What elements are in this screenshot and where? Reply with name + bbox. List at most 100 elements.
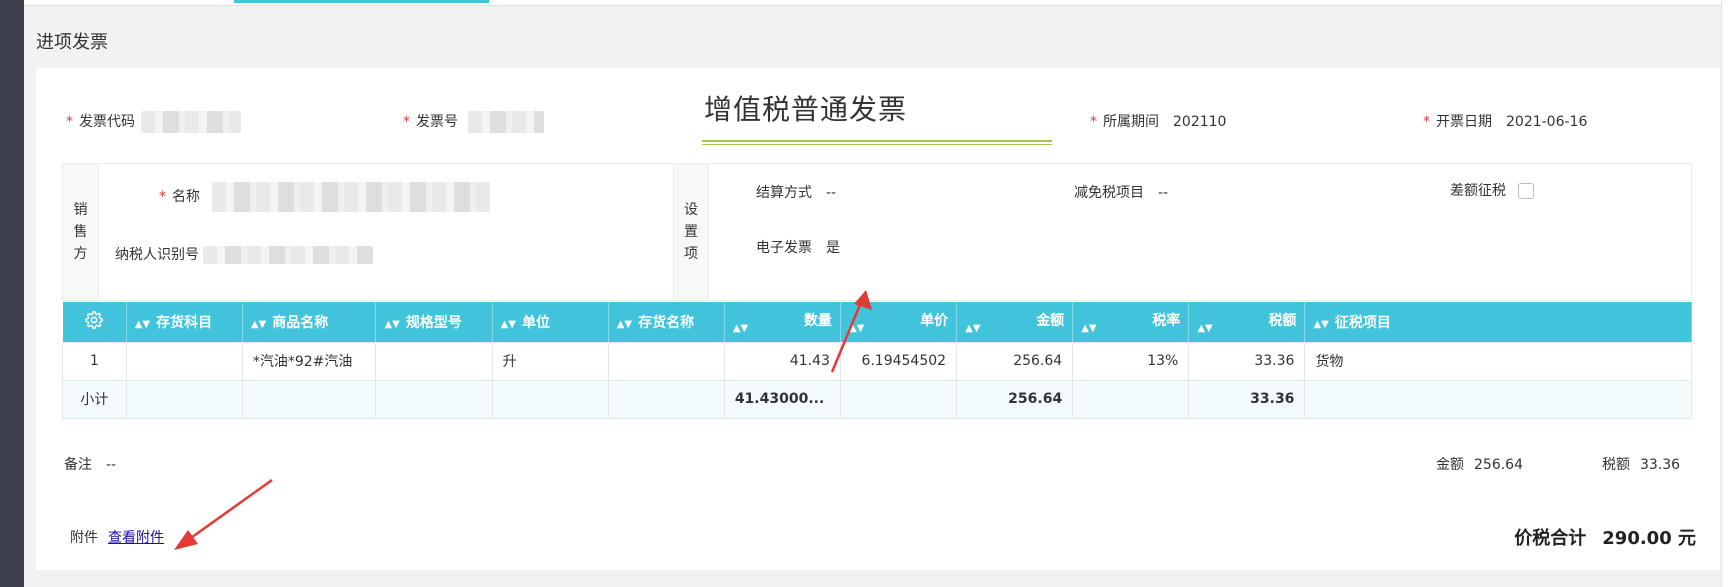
subtotal-cell [607, 379, 725, 419]
cell-tax-item[interactable]: 货物 [1304, 341, 1692, 381]
column-label: 存货科目 [156, 314, 213, 331]
column-header-inventory-name[interactable]: ▲▼ 存货名称 [608, 302, 725, 342]
period-label: 所属期间 [1103, 114, 1159, 130]
cell-inventory-account[interactable] [125, 341, 243, 381]
issue-date-label: 开票日期 [1436, 114, 1492, 130]
settings-label-char: 设 [684, 202, 698, 218]
cell-tax-amount[interactable]: 33.36 [1188, 341, 1306, 381]
sort-icon[interactable]: ▲▼ [384, 319, 399, 330]
row-index: 1 [62, 341, 127, 381]
sort-icon[interactable]: ▲▼ [1081, 323, 1096, 334]
column-header-tax-item[interactable]: ▲▼ 征税项目 [1304, 302, 1692, 342]
total-value: 290.00 元 [1602, 528, 1696, 549]
diff-tax-checkbox[interactable] [1518, 183, 1534, 199]
subtotal-cell [1304, 379, 1692, 419]
seller-taxid-field: 纳税人识别号 [115, 244, 374, 264]
subtotal-cell [1072, 379, 1190, 419]
sort-icon[interactable]: ▲▼ [251, 319, 266, 330]
redacted-invoice-number [468, 111, 545, 133]
subtotal-tax-amount: 33.36 [1188, 379, 1306, 419]
settlement-value[interactable]: -- [826, 185, 836, 201]
remark-value: -- [106, 457, 117, 473]
invoice-code-label: 发票代码 [79, 114, 135, 130]
attachment-field: 附件 查看附件 [70, 527, 164, 547]
period-value: 202110 [1173, 114, 1227, 130]
invoice-card: * 发票代码 * 发票号 增值税普通发票 * 所属期间 202110 * 开票日期 2021… [36, 68, 1720, 570]
required-mark: * [1090, 114, 1097, 130]
einvoice-value: 是 [826, 240, 840, 256]
subtotal-row: 小计 41.43000... 256.64 33.36 [62, 379, 1692, 419]
seller-taxid-label: 纳税人识别号 [115, 247, 199, 263]
required-mark: * [159, 189, 166, 205]
left-sidebar [0, 0, 24, 587]
column-header-tax-rate[interactable]: ▲▼ 税率 [1072, 302, 1190, 342]
required-mark: * [403, 114, 410, 130]
sort-icon[interactable]: ▲▼ [135, 319, 150, 330]
column-header-tax-amount[interactable]: ▲▼ 税额 [1188, 302, 1306, 342]
settings-label-char: 项 [684, 246, 698, 262]
exemption-field: 减免税项目 -- [1074, 182, 1168, 202]
column-label: 金额 [1036, 312, 1065, 329]
redacted-invoice-code [141, 111, 242, 133]
cell-unit[interactable]: 升 [491, 341, 609, 381]
seller-name-field: * 名称 [159, 182, 491, 212]
redacted-seller-taxid [203, 246, 374, 264]
invoice-number-field: * 发票号 [403, 111, 545, 133]
sort-icon[interactable]: ▲▼ [965, 323, 980, 334]
subtotal-label: 小计 [62, 379, 127, 419]
column-header-amount[interactable]: ▲▼ 金额 [956, 302, 1074, 342]
total-label: 价税合计 [1514, 528, 1587, 549]
column-label: 商品名称 [272, 314, 329, 331]
tax-summary: 税额 33.36 [1602, 454, 1680, 474]
view-attachment-link[interactable]: 查看附件 [108, 530, 164, 546]
column-header-product-name[interactable]: ▲▼ 商品名称 [242, 302, 377, 342]
cell-spec-model[interactable] [375, 341, 493, 381]
settlement-field: 结算方式 -- [756, 182, 836, 202]
column-header-inventory-account[interactable]: ▲▼ 存货科目 [126, 302, 243, 342]
cell-tax-rate[interactable]: 13% [1072, 341, 1190, 381]
tax-value: 33.36 [1640, 457, 1681, 473]
column-header-unit[interactable]: ▲▼ 单位 [492, 302, 609, 342]
remark-label: 备注 [64, 457, 92, 473]
period-field: * 所属期间 202110 [1090, 111, 1226, 131]
subtotal-cell [491, 379, 609, 419]
issue-date-value: 2021-06-16 [1506, 114, 1588, 130]
diff-tax-label: 差额征税 [1450, 183, 1506, 199]
gear-icon [85, 310, 104, 329]
einvoice-field: 电子发票是 [756, 237, 840, 257]
cell-amount[interactable]: 256.64 [956, 341, 1074, 381]
column-settings-button[interactable] [62, 302, 127, 342]
required-mark: * [66, 114, 73, 130]
subtotal-cell [125, 379, 243, 419]
sort-icon[interactable]: ▲▼ [617, 319, 632, 330]
annotation-arrow-icon [174, 478, 273, 550]
seller-name-label: 名称 [172, 189, 200, 205]
column-label: 单价 [920, 312, 949, 329]
column-label: 存货名称 [638, 314, 695, 331]
column-label: 单位 [521, 314, 550, 331]
exemption-value[interactable]: -- [1158, 185, 1168, 201]
column-label: 税额 [1268, 312, 1297, 329]
sort-icon[interactable]: ▲▼ [1313, 319, 1328, 330]
redacted-seller-name [212, 182, 491, 212]
column-header-spec-model[interactable]: ▲▼ 规格型号 [375, 302, 493, 342]
cell-product-name[interactable]: *汽油*92#汽油 [241, 341, 377, 381]
einvoice-label: 电子发票 [756, 240, 812, 256]
tax-label: 税额 [1602, 457, 1630, 473]
remark-field: 备注 -- [64, 454, 116, 474]
cell-inventory-name[interactable] [607, 341, 725, 381]
invoice-number-label: 发票号 [416, 114, 458, 130]
sort-icon[interactable]: ▲▼ [501, 319, 516, 330]
issue-date-field: * 开票日期 2021-06-16 [1423, 111, 1587, 131]
settings-section-label: 设 置 项 [673, 164, 709, 300]
title-underline [702, 140, 1052, 142]
invoice-type-title: 增值税普通发票 [704, 93, 908, 126]
sort-icon[interactable]: ▲▼ [733, 323, 748, 334]
required-mark: * [1423, 114, 1430, 130]
subtotal-cell [839, 379, 958, 419]
column-label: 税率 [1152, 312, 1181, 329]
subtotal-cell [241, 379, 377, 419]
sort-icon[interactable]: ▲▼ [1197, 323, 1212, 334]
active-tab-indicator[interactable] [234, 0, 489, 3]
page-title: 进项发票 [36, 32, 108, 53]
